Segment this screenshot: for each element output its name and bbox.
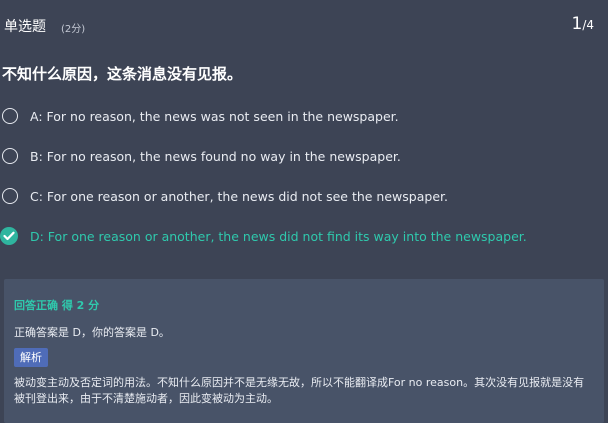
option-c[interactable]: C: For one reason or another, the news d… <box>0 185 448 207</box>
option-label: A: For no reason, the news was not seen … <box>30 108 399 124</box>
question-stem: 不知什么原因，这条消息没有见报。 <box>2 65 243 83</box>
explanation-tag: 解析 <box>14 348 48 367</box>
option-b[interactable]: B: For no reason, the news found no way … <box>0 145 401 167</box>
option-label: D: For one reason or another, the news d… <box>30 228 527 244</box>
progress-current: 1 <box>571 14 583 34</box>
radio-unchecked-icon[interactable] <box>2 188 18 204</box>
option-d[interactable]: D: For one reason or another, the news d… <box>0 225 527 247</box>
checkmark-icon[interactable] <box>0 227 18 245</box>
explanation-text: 被动变主动及否定词的用法。不知什么原因并不是无缘无故，所以不能翻译成For no… <box>14 376 585 405</box>
option-a[interactable]: A: For no reason, the news was not seen … <box>0 105 399 127</box>
option-label: B: For no reason, the news found no way … <box>30 148 401 164</box>
progress-total: 4 <box>586 18 594 32</box>
result-status: 回答正确 得 2 分 <box>14 299 100 312</box>
correct-answer-text: 正确答案是 D，你的答案是 D。 <box>14 326 170 339</box>
question-type: 单选题 <box>4 19 46 35</box>
radio-unchecked-icon[interactable] <box>2 108 18 124</box>
answer-feedback-panel: 回答正确 得 2 分 正确答案是 D，你的答案是 D。 解析 被动变主动及否定词… <box>4 279 604 423</box>
question-header: 单选题 (2分) 1/4 <box>0 14 608 38</box>
question-score: (2分) <box>61 24 86 35</box>
quiz-page: 单选题 (2分) 1/4 不知什么原因，这条消息没有见报。 A: For no … <box>0 0 608 423</box>
option-label: C: For one reason or another, the news d… <box>30 188 448 204</box>
question-progress: 1/4 <box>571 14 594 34</box>
radio-unchecked-icon[interactable] <box>2 148 18 164</box>
